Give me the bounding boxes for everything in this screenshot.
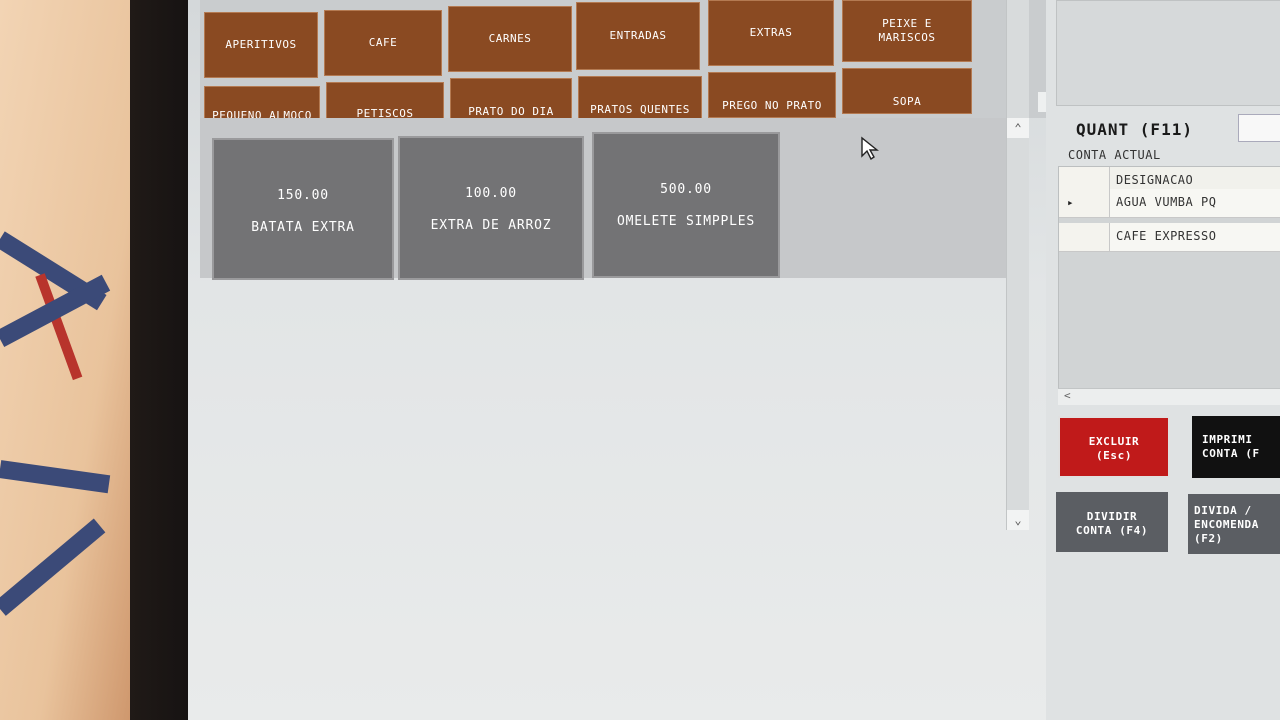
- shirt-stripe: [0, 274, 111, 347]
- product-name: OMELETE SIMPPLES: [616, 214, 756, 229]
- display-box: [1056, 0, 1280, 106]
- scroll-down-button[interactable]: ⌄: [1007, 510, 1029, 530]
- category-peixe-e-mariscos[interactable]: PEIXE E MARISCOS: [842, 0, 972, 62]
- product-price: 500.00: [660, 182, 712, 197]
- category-extras[interactable]: EXTRAS: [708, 0, 834, 66]
- quant-input[interactable]: [1238, 114, 1280, 142]
- account-grid: DESIGNACAO ▸ AGUA VUMBA PQ CAFE EXPRESSO: [1058, 166, 1280, 394]
- scroll-left-icon[interactable]: <: [1064, 389, 1071, 402]
- category-entradas[interactable]: ENTRADAS: [576, 2, 700, 70]
- scroll-up-button[interactable]: ⌃: [1007, 118, 1029, 138]
- product-name: BATATA EXTRA: [251, 220, 355, 235]
- background-shirt: [0, 0, 150, 720]
- imprimir-conta-button[interactable]: IMPRIMI CONTA (F: [1192, 416, 1280, 478]
- category-pratos-quentes[interactable]: PRATOS QUENTES: [578, 76, 702, 122]
- category-carnes[interactable]: CARNES: [448, 6, 572, 72]
- quant-label: QUANT (F11): [1076, 120, 1193, 139]
- order-panel: QUANT (F11) CONTA ACTUAL DESIGNACAO ▸ AG…: [1046, 0, 1280, 720]
- dividir-conta-button[interactable]: DIVIDIR CONTA (F4): [1056, 492, 1168, 552]
- shirt-stripe: [0, 460, 111, 494]
- category-aperitivos[interactable]: APERITIVOS: [204, 12, 318, 78]
- category-cafe[interactable]: CAFE: [324, 10, 442, 76]
- excluir-button[interactable]: EXCLUIR (Esc): [1058, 416, 1170, 478]
- table-row[interactable]: CAFE EXPRESSO: [1059, 223, 1280, 252]
- divida-encomenda-button[interactable]: DIVIDA / ENCOMENDA (F2): [1188, 494, 1280, 554]
- grid-horizontal-scrollbar[interactable]: <: [1058, 388, 1280, 405]
- conta-actual-label: CONTA ACTUAL: [1068, 148, 1161, 162]
- product-omelete-simpples[interactable]: 500.00 OMELETE SIMPPLES: [592, 132, 780, 278]
- table-cell[interactable]: AGUA VUMBA PQ: [1110, 189, 1280, 218]
- product-name: EXTRA DE ARROZ: [430, 218, 552, 233]
- category-prego-no-prato[interactable]: PREGO NO PRATO: [708, 72, 836, 118]
- row-header[interactable]: [1059, 223, 1110, 252]
- table-row[interactable]: ▸ AGUA VUMBA PQ: [1059, 189, 1280, 218]
- row-selector-icon[interactable]: ▸: [1059, 189, 1110, 218]
- product-price: 150.00: [277, 188, 329, 203]
- mouse-cursor-icon: [861, 136, 879, 161]
- product-extra-de-arroz[interactable]: 100.00 EXTRA DE ARROZ: [398, 136, 584, 280]
- table-cell[interactable]: CAFE EXPRESSO: [1110, 223, 1280, 252]
- product-price: 100.00: [465, 186, 517, 201]
- shirt-stripe: [0, 518, 106, 616]
- pos-screen: APERITIVOS CAFE CARNES ENTRADAS EXTRAS P…: [188, 0, 1280, 720]
- product-scrollbar[interactable]: ⌃ ⌄: [1006, 0, 1029, 530]
- category-sopa[interactable]: SOPA: [842, 68, 972, 114]
- product-batata-extra[interactable]: 150.00 BATATA EXTRA: [212, 138, 394, 280]
- product-area: 150.00 BATATA EXTRA 100.00 EXTRA DE ARRO…: [200, 118, 1015, 280]
